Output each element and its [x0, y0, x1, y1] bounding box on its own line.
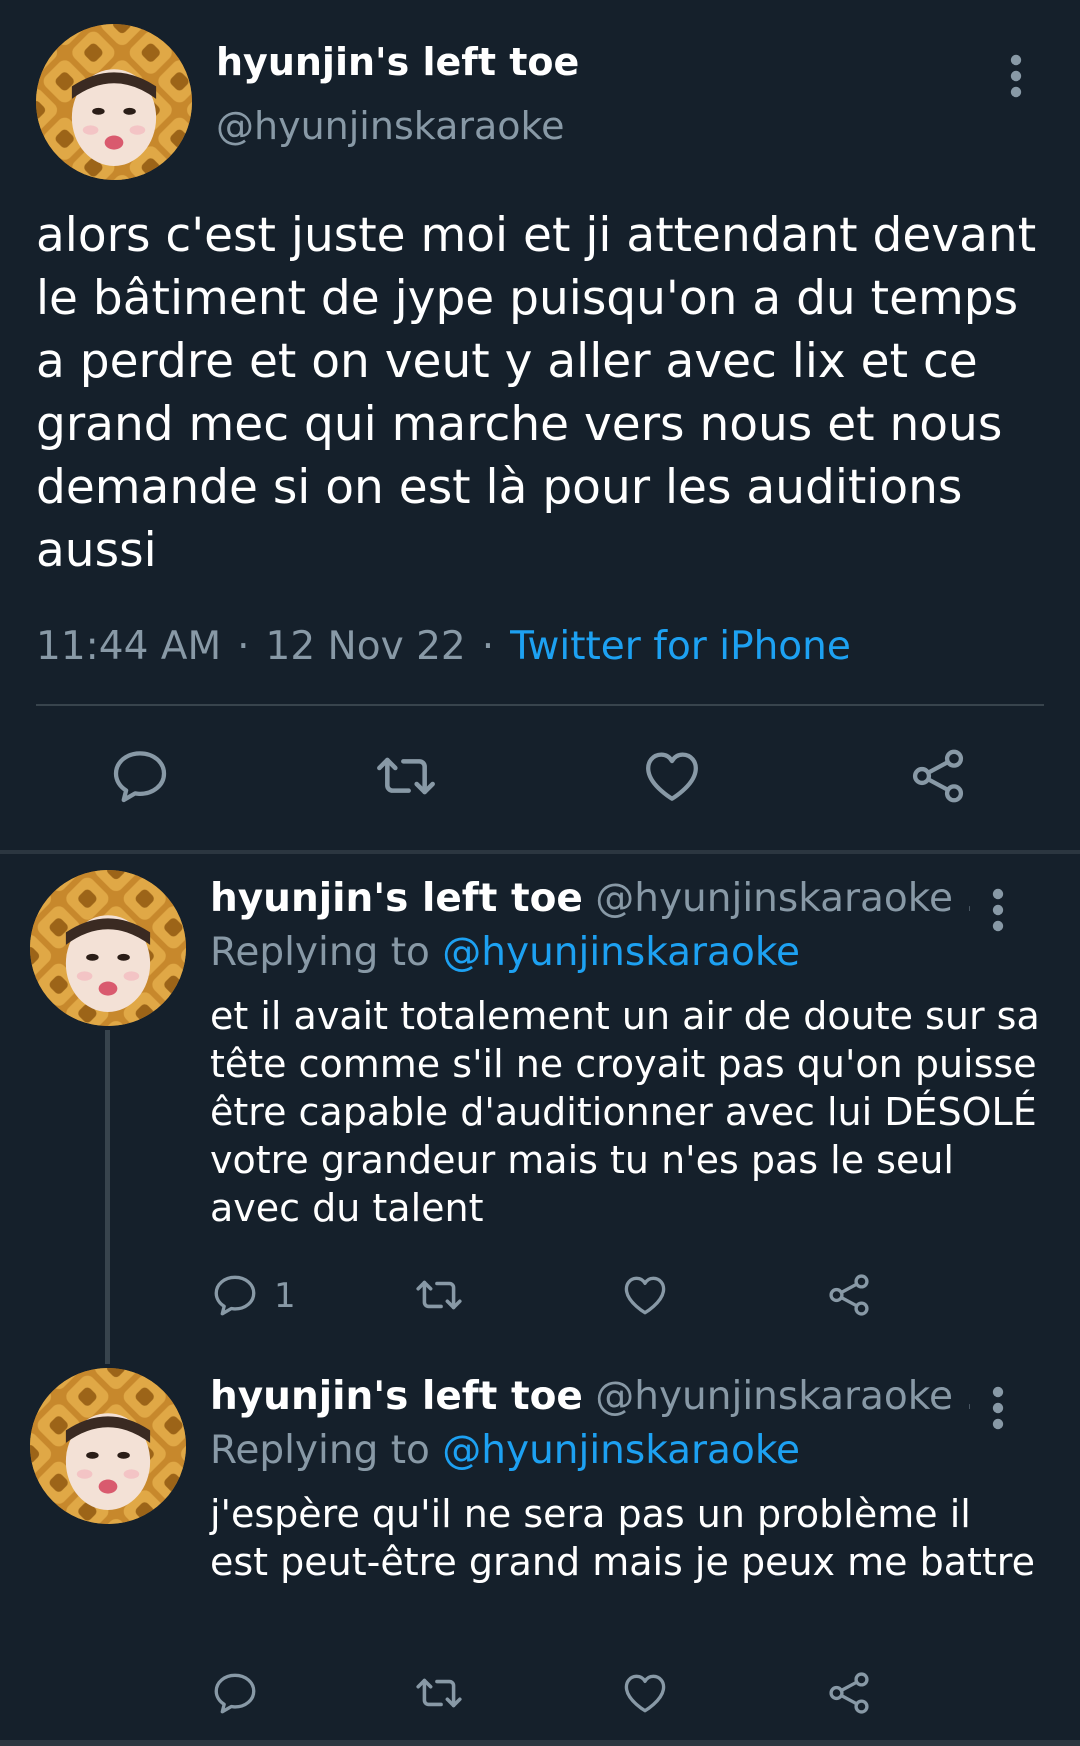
reply-actions	[0, 1668, 1080, 1724]
meta-separator: ·	[237, 624, 250, 669]
share-icon[interactable]	[824, 1270, 874, 1320]
main-tweet: hyunjin's left toe @hyunjinskaraoke alor…	[0, 0, 1080, 850]
reply-count: 1	[274, 1276, 296, 1316]
author-handle[interactable]: @hyunjinskaraoke	[216, 104, 565, 148]
reply-icon[interactable]	[108, 744, 172, 808]
replying-prefix: Replying to	[210, 930, 443, 975]
replying-mention[interactable]: @hyunjinskaraoke	[442, 1428, 800, 1473]
reply-text: et il avait totalement un air de doute s…	[210, 994, 1040, 1230]
tweet-time[interactable]: 11:44 AM	[36, 624, 221, 669]
like-icon[interactable]	[640, 744, 704, 808]
reply-display-name[interactable]: hyunjin's left toe	[210, 1374, 583, 1419]
reply-text: j'espère qu'il ne sera pas un problème i…	[210, 1492, 1035, 1584]
tweet-meta: 11:44 AM · 12 Nov 22 · Twitter for iPhone	[36, 624, 851, 669]
reply-tweet[interactable]: hyunjin's left toe @hyunjinskaraoke ... …	[0, 870, 1080, 1350]
reply-handle[interactable]: @hyunjinskaraoke ...	[595, 876, 970, 921]
reply-avatar[interactable]	[30, 870, 186, 1026]
share-icon[interactable]	[906, 744, 970, 808]
reply-icon[interactable]	[210, 1668, 260, 1718]
reply-handle[interactable]: @hyunjinskaraoke ...	[595, 1374, 970, 1419]
retweet-icon[interactable]	[414, 1270, 464, 1320]
author-avatar[interactable]	[36, 24, 192, 180]
more-options-icon[interactable]	[982, 1384, 1014, 1432]
more-options-icon[interactable]	[1000, 52, 1032, 100]
retweet-icon[interactable]	[374, 744, 438, 808]
tweet-date[interactable]: 12 Nov 22	[266, 624, 466, 669]
replying-to: Replying to @hyunjinskaraoke	[210, 930, 800, 975]
reply-avatar[interactable]	[30, 1368, 186, 1524]
share-icon[interactable]	[824, 1668, 874, 1718]
more-options-icon[interactable]	[982, 886, 1014, 934]
tweet-text: alors c'est juste moi et ji attendant de…	[36, 208, 1037, 578]
reply-actions: 1	[0, 1270, 1080, 1326]
replying-mention[interactable]: @hyunjinskaraoke	[442, 930, 800, 975]
bottom-divider	[0, 1740, 1080, 1746]
replying-to: Replying to @hyunjinskaraoke	[210, 1428, 800, 1473]
divider	[36, 704, 1044, 706]
author-display-name[interactable]: hyunjin's left toe	[216, 40, 579, 84]
like-icon[interactable]	[620, 1668, 670, 1718]
tweet-source[interactable]: Twitter for iPhone	[510, 624, 851, 669]
reply-header: hyunjin's left toe @hyunjinskaraoke ...	[210, 876, 970, 921]
reply-display-name[interactable]: hyunjin's left toe	[210, 876, 583, 921]
section-divider	[0, 850, 1080, 854]
like-icon[interactable]	[620, 1270, 670, 1320]
reply-icon[interactable]	[210, 1270, 260, 1320]
reply-tweet[interactable]: hyunjin's left toe @hyunjinskaraoke ... …	[0, 1368, 1080, 1738]
replying-prefix: Replying to	[210, 1428, 443, 1473]
reply-header: hyunjin's left toe @hyunjinskaraoke ...	[210, 1374, 970, 1419]
retweet-icon[interactable]	[414, 1668, 464, 1718]
tweet-actions	[0, 744, 1080, 814]
meta-separator: ·	[481, 624, 495, 669]
